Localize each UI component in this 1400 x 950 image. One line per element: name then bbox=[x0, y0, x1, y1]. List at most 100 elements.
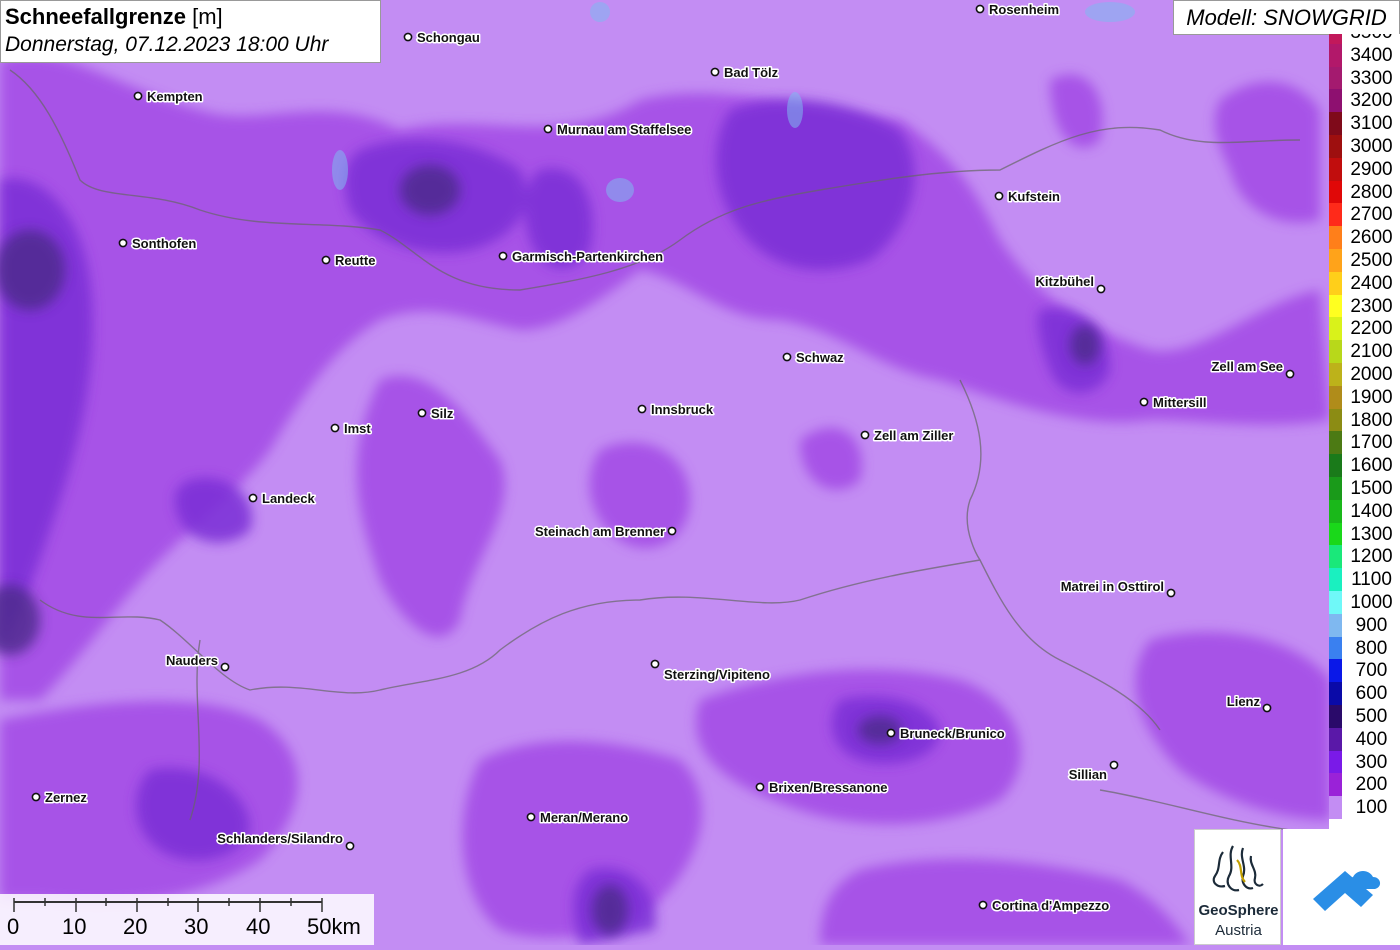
legend-row-2300: 2300 bbox=[1329, 294, 1400, 318]
legend-row-900: 900 bbox=[1329, 613, 1400, 637]
map-title: Schneefallgrenze [m] bbox=[5, 3, 376, 31]
city-label: Bad Tölz bbox=[724, 65, 779, 80]
legend-row-2900: 2900 bbox=[1329, 157, 1400, 181]
legend-swatch bbox=[1329, 659, 1342, 683]
legend-swatch bbox=[1329, 568, 1342, 592]
legend-row-1900: 1900 bbox=[1329, 385, 1400, 409]
city-label: Matrei in Osttirol bbox=[1061, 579, 1164, 594]
legend-swatch bbox=[1329, 385, 1342, 409]
legend-swatch bbox=[1329, 545, 1342, 569]
city-dot bbox=[637, 404, 647, 414]
city-dot bbox=[31, 792, 41, 802]
geosphere-subtitle: Austria bbox=[1215, 922, 1262, 939]
legend-label: 1100 bbox=[1351, 569, 1392, 591]
legend-label: 3500 bbox=[1343, 34, 1400, 44]
legend-swatch bbox=[1329, 591, 1342, 614]
legend-row-1300: 1300 bbox=[1329, 522, 1400, 546]
city-label: Mittersill bbox=[1153, 395, 1206, 410]
city-label: Kempten bbox=[147, 89, 203, 104]
city-dot bbox=[248, 493, 258, 503]
legend-label: 1800 bbox=[1350, 409, 1393, 431]
legend-label: 1000 bbox=[1350, 592, 1393, 613]
legend-row-700: 700 bbox=[1329, 659, 1400, 683]
legend-swatch bbox=[1329, 408, 1342, 432]
legend-label: 3000 bbox=[1350, 136, 1393, 157]
legend-row-400: 400 bbox=[1329, 727, 1400, 751]
app-logo[interactable] bbox=[1283, 829, 1400, 945]
legend-swatch bbox=[1329, 522, 1342, 546]
city-label: Schongau bbox=[417, 30, 480, 45]
city-dot bbox=[220, 662, 230, 672]
city-dot bbox=[1166, 588, 1176, 598]
scale-bar: 0 10 20 30 40 50km bbox=[0, 894, 374, 945]
city-label: Steinach am Brenner bbox=[535, 524, 665, 539]
city-label: Sonthofen bbox=[132, 236, 196, 251]
legend-swatch bbox=[1329, 180, 1342, 204]
city-dot bbox=[667, 526, 677, 536]
map-datetime: Donnerstag, 07.12.2023 18:00 Uhr bbox=[5, 33, 329, 56]
city-dot bbox=[543, 124, 553, 134]
legend-row-1500: 1500 bbox=[1329, 477, 1400, 500]
scale-label-40: 40 bbox=[246, 914, 271, 939]
city-steinach-am-brenner: Steinach am Brenner bbox=[533, 523, 677, 541]
city-label: Lienz bbox=[1227, 694, 1261, 709]
legend-swatch bbox=[1329, 682, 1342, 706]
city-dot bbox=[886, 728, 896, 738]
legend-swatch bbox=[1329, 157, 1342, 181]
legend-swatch bbox=[1329, 271, 1342, 295]
city-meran-merano: Meran/Merano bbox=[526, 809, 630, 827]
legend-row-3500: 3500 bbox=[1329, 34, 1400, 44]
legend-swatch bbox=[1329, 66, 1342, 90]
title-unit: [m] bbox=[192, 4, 223, 29]
model-label: Modell: SNOWGRID bbox=[1173, 0, 1400, 35]
legend-label: 2000 bbox=[1350, 364, 1393, 385]
legend-row-800: 800 bbox=[1329, 636, 1400, 660]
snow-app-icon bbox=[1313, 871, 1381, 911]
legend-row-300: 300 bbox=[1329, 750, 1400, 774]
legend-swatch bbox=[1329, 477, 1342, 500]
legend-label: 700 bbox=[1355, 660, 1388, 682]
city-garmisch-partenkirchen: Garmisch-Partenkirchen bbox=[498, 248, 665, 266]
legend-row-3000: 3000 bbox=[1329, 135, 1400, 158]
city-label: Meran/Merano bbox=[540, 810, 628, 825]
geosphere-logo[interactable]: GeoSphere Austria bbox=[1194, 829, 1281, 945]
legend-row-3300: 3300 bbox=[1329, 66, 1400, 90]
legend-label: 400 bbox=[1355, 728, 1388, 750]
city-label: Sillian bbox=[1069, 767, 1107, 782]
legend-row-3100: 3100 bbox=[1329, 112, 1400, 136]
legend-label: 1600 bbox=[1350, 455, 1393, 477]
city-label: Brixen/Bressanone bbox=[769, 780, 888, 795]
city-label: Schlanders/Silandro bbox=[217, 831, 343, 846]
legend-label: 500 bbox=[1355, 706, 1388, 727]
legend-label: 3400 bbox=[1350, 44, 1393, 66]
city-label: Bruneck/Brunico bbox=[900, 726, 1005, 741]
legend-label: 1400 bbox=[1350, 500, 1393, 522]
scale-label-30: 30 bbox=[184, 914, 209, 939]
city-dot bbox=[782, 352, 792, 362]
city-matrei-in-osttirol: Matrei in Osttirol bbox=[1059, 578, 1176, 598]
legend-swatch bbox=[1329, 249, 1342, 272]
city-dot bbox=[1139, 397, 1149, 407]
city-cortina-d-ampezzo: Cortina d'Ampezzo bbox=[978, 897, 1111, 915]
legend-row-2500: 2500 bbox=[1329, 249, 1400, 272]
title-bold: Schneefallgrenze bbox=[5, 4, 186, 29]
legend-label: 900 bbox=[1355, 614, 1388, 636]
legend-swatch bbox=[1329, 613, 1342, 637]
city-dot bbox=[417, 408, 427, 418]
legend-label: 3100 bbox=[1350, 113, 1393, 135]
legend-label: 1700 bbox=[1350, 432, 1393, 454]
city-label: Zell am Ziller bbox=[874, 428, 953, 443]
city-dot bbox=[403, 32, 413, 42]
geosphere-icon bbox=[1212, 845, 1264, 892]
title-box: Schneefallgrenze [m] Donnerstag, 07.12.2… bbox=[0, 0, 381, 63]
legend-swatch bbox=[1329, 431, 1342, 455]
legend-swatch bbox=[1329, 454, 1342, 478]
city-label: Zernez bbox=[45, 790, 87, 805]
city-dot bbox=[1109, 760, 1119, 770]
geosphere-name: GeoSphere bbox=[1198, 902, 1279, 919]
city-dot bbox=[118, 238, 128, 248]
legend-row-2100: 2100 bbox=[1329, 340, 1400, 364]
legend-swatch bbox=[1329, 34, 1342, 44]
city-dot bbox=[133, 91, 143, 101]
legend-swatch bbox=[1329, 363, 1342, 386]
